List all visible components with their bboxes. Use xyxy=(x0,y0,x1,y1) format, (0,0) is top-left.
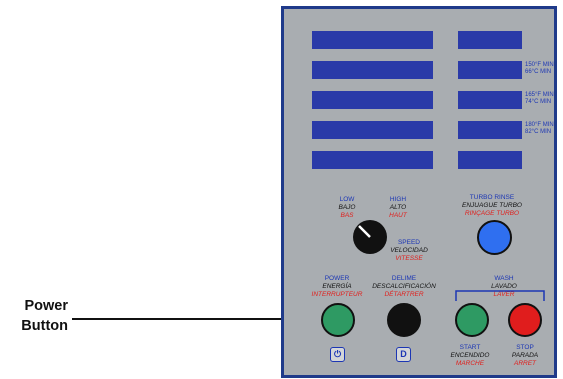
speed-label: SPEED VELOCIDAD VITESSE xyxy=(390,239,428,262)
callout-line-1: Power xyxy=(24,298,68,314)
control-panel: 150°F MIN 66°C MIN 165°F MIN 74°C MIN 180°… xyxy=(281,6,557,378)
stop-button[interactable] xyxy=(508,303,542,337)
speed-low-label: LOW BAJO BAS xyxy=(338,196,356,219)
display-bar-9 xyxy=(458,121,522,139)
display-bar-5 xyxy=(312,151,433,169)
display-bar-10 xyxy=(458,151,522,169)
delime-button[interactable] xyxy=(387,303,421,337)
speed-high-label: HIGH ALTO HAUT xyxy=(389,196,407,219)
power-button-callout: Power Button xyxy=(16,296,68,336)
power-icon: ⏻ xyxy=(330,347,345,362)
temp-label-3: 180°F MIN 82°C MIN xyxy=(525,122,554,135)
temp-label-1: 150°F MIN 66°C MIN xyxy=(525,62,554,75)
temp-label-2: 165°F MIN 74°C MIN xyxy=(525,92,554,105)
start-label: START ENCENDIDO MARCHE xyxy=(450,344,490,367)
display-bar-3 xyxy=(312,91,433,109)
display-bar-8 xyxy=(458,91,522,109)
speed-knob-indicator xyxy=(358,225,371,238)
speed-knob[interactable] xyxy=(353,220,387,254)
display-bar-4 xyxy=(312,121,433,139)
power-button[interactable] xyxy=(321,303,355,337)
stop-label: STOP PARADA ARRET xyxy=(511,344,539,367)
display-bar-6 xyxy=(458,31,522,49)
display-bar-2 xyxy=(312,61,433,79)
callout-line-2: Button xyxy=(21,318,68,334)
turbo-rinse-label: TURBO RINSE ENJUAGUE TURBO RINÇAGE TURBO xyxy=(462,194,522,217)
delime-icon: D xyxy=(396,347,411,362)
power-label: POWER ENERGÍA INTERRUPTEUR xyxy=(311,275,363,298)
delime-label: DELIME DESCALCIFICACIÓN DÉTARTRER xyxy=(372,275,436,298)
start-button[interactable] xyxy=(455,303,489,337)
turbo-rinse-button[interactable] xyxy=(477,220,512,255)
display-bar-1 xyxy=(312,31,433,49)
wash-bracket xyxy=(455,290,545,301)
display-bar-7 xyxy=(458,61,522,79)
